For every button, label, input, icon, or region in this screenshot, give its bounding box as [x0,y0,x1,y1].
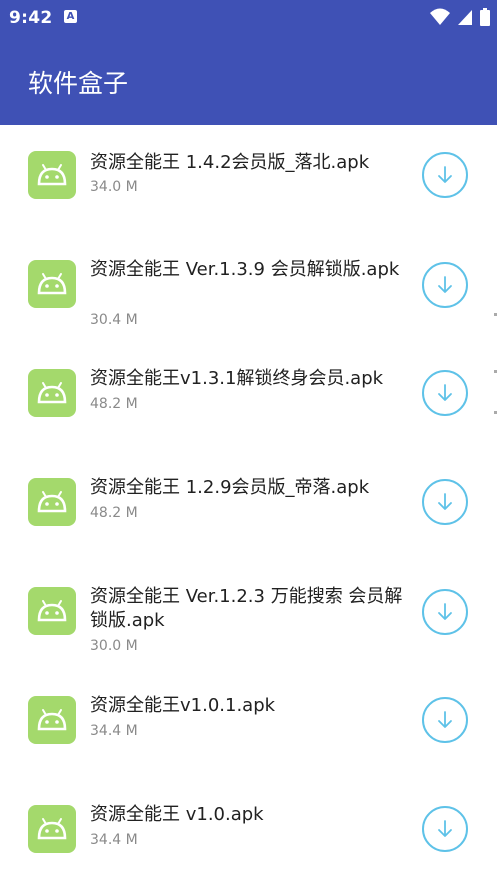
download-button[interactable] [422,479,468,525]
a-icon-letter: A [66,11,75,22]
file-size: 30.0 M [90,638,138,654]
android-icon [28,260,76,308]
android-icon [28,696,76,744]
list-item[interactable]: 资源全能王 Ver.1.3.9 会员解锁版.apk 30.4 M [0,234,497,343]
android-icon [28,478,76,526]
file-size: 48.2 M [90,505,138,521]
status-time: 9:42 [9,8,53,28]
download-icon [438,384,452,401]
wifi-icon [429,8,450,25]
list-item[interactable]: 资源全能王 Ver.1.2.3 万能搜索 会员解锁版.apk 30.0 M [0,561,497,670]
android-icon [28,805,76,853]
download-icon [438,820,452,837]
file-name: 资源全能王v1.0.1.apk [90,695,276,716]
signal-icon [457,9,472,25]
download-icon [438,493,452,510]
file-name: 资源全能王 1.4.2会员版_落北.apk [90,152,370,173]
list-item[interactable]: 资源全能王 v1.0.apk 34.4 M [0,779,497,888]
app-title: 软件盒子 [28,69,129,98]
file-name: 资源全能王v1.3.1解锁终身会员.apk [90,368,384,389]
a-icon: A [64,10,77,23]
download-button[interactable] [422,697,468,743]
file-size: 34.0 M [90,179,138,195]
file-name: 资源全能王 1.2.9会员版_帝落.apk [90,477,370,498]
download-icon [438,166,452,183]
status-bar: 9:42 A [0,0,497,34]
list-item[interactable]: 资源全能王 1.4.2会员版_落北.apk 34.0 M [0,125,497,234]
file-name: 资源全能王 Ver.1.2.3 万能搜索 会员解锁版.apk [90,586,403,631]
file-size: 34.4 M [90,832,138,848]
file-size: 34.4 M [90,723,138,739]
download-button[interactable] [422,152,468,198]
file-list: 资源全能王 1.4.2会员版_落北.apk 34.0 M 资源全能王 Ver.1… [0,125,497,883]
file-size: 30.4 M [90,312,138,328]
file-size: 48.2 M [90,396,138,412]
download-button[interactable] [422,589,468,635]
download-icon [438,711,452,728]
list-item[interactable]: 资源全能王v1.0.1.apk 34.4 M [0,670,497,779]
download-icon [438,603,452,620]
download-button[interactable] [422,262,468,308]
android-icon [28,587,76,635]
android-icon [28,151,76,199]
app-bar: 软件盒子 [0,34,497,125]
file-name: 资源全能王 Ver.1.3.9 会员解锁版.apk [90,259,400,280]
list-item[interactable]: 资源全能王v1.3.1解锁终身会员.apk 48.2 M [0,343,497,452]
download-button[interactable] [422,370,468,416]
android-icon [28,369,76,417]
download-icon [438,276,452,293]
list-item[interactable]: 资源全能王 1.2.9会员版_帝落.apk 48.2 M [0,452,497,561]
status-icons [429,6,491,28]
file-name: 资源全能王 v1.0.apk [90,804,264,825]
battery-icon [480,7,490,26]
download-button[interactable] [422,806,468,852]
